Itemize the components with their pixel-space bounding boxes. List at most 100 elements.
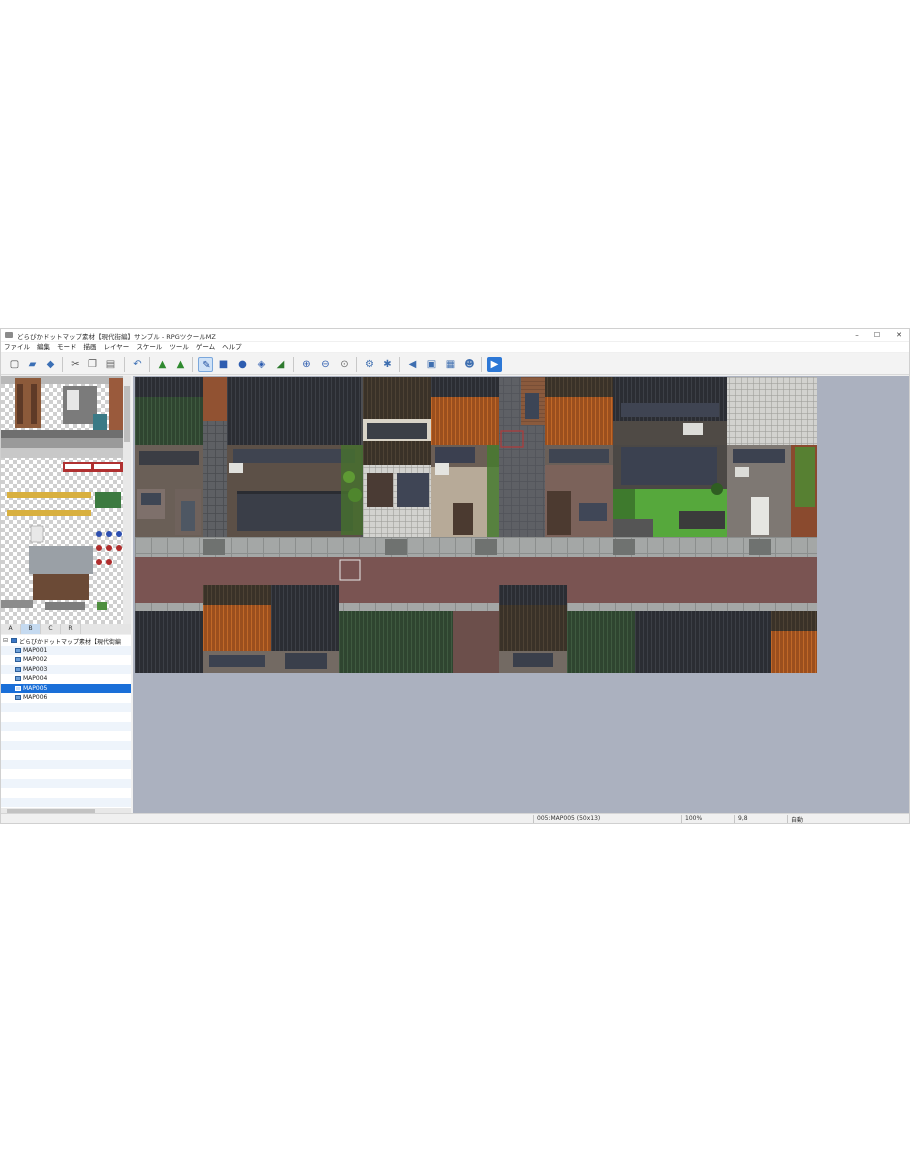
zoom-in-button[interactable]: ⊕ bbox=[299, 357, 314, 372]
tree-item-map004[interactable]: MAP004 bbox=[1, 674, 131, 684]
paste-button[interactable]: ▤ bbox=[103, 357, 118, 372]
minimize-button[interactable]: – bbox=[851, 330, 863, 340]
map-icon bbox=[15, 676, 21, 681]
database-button[interactable]: ⚙ bbox=[362, 357, 377, 372]
zoom-actual-button[interactable]: ⊙ bbox=[337, 357, 352, 372]
status-map-info: 005:MAP005 (50x13) bbox=[537, 815, 601, 822]
map-icon bbox=[15, 666, 21, 672]
tileset-palette[interactable] bbox=[1, 376, 131, 624]
maximize-button[interactable]: ☐ bbox=[871, 330, 883, 340]
menu-bar: ファイル 編集 モード 描画 レイヤー スケール ツール ゲーム ヘルプ bbox=[1, 342, 909, 352]
menu-mode[interactable]: モード bbox=[57, 342, 77, 352]
resource-manager-button[interactable]: ▦ bbox=[443, 357, 458, 372]
database-icon: ⚙ bbox=[365, 359, 374, 370]
sound-test-icon: ◀ bbox=[408, 359, 417, 370]
event-mode-button[interactable]: ▲ bbox=[173, 357, 188, 372]
plugin-manager-button[interactable]: ✱ bbox=[380, 357, 395, 372]
new-project-button[interactable]: ▢ bbox=[7, 357, 22, 372]
menu-tools[interactable]: ツール bbox=[169, 342, 189, 352]
fill-button[interactable]: ◈ bbox=[254, 357, 269, 372]
copy-icon: ❐ bbox=[88, 359, 97, 370]
map-tree: ⊟ どらぴかドットマップ素材【現代街編 MAP001 MAP002 MAP003… bbox=[1, 635, 131, 808]
tab-b[interactable]: B bbox=[21, 624, 41, 634]
tree-empty-row bbox=[1, 702, 131, 712]
ellipse-icon: ● bbox=[238, 359, 247, 370]
tileset-scroll-thumb[interactable] bbox=[124, 386, 130, 442]
tree-empty-row bbox=[1, 797, 131, 807]
zoom-out-button[interactable]: ⊖ bbox=[318, 357, 333, 372]
menu-layer[interactable]: レイヤー bbox=[104, 342, 130, 352]
close-button[interactable]: ✕ bbox=[893, 330, 905, 340]
app-icon bbox=[5, 332, 13, 338]
playtest-button[interactable]: ▶ bbox=[487, 357, 502, 372]
tab-a[interactable]: A bbox=[1, 624, 21, 634]
menu-scale[interactable]: スケール bbox=[136, 342, 162, 352]
undo-button[interactable]: ↶ bbox=[130, 357, 145, 372]
tree-item-label: MAP004 bbox=[23, 675, 48, 682]
menu-edit[interactable]: 編集 bbox=[37, 342, 50, 352]
menu-help[interactable]: ヘルプ bbox=[222, 342, 242, 352]
menu-draw[interactable]: 描画 bbox=[84, 342, 97, 352]
copy-button[interactable]: ❐ bbox=[85, 357, 100, 372]
map-editor[interactable] bbox=[133, 376, 909, 815]
open-project-icon: ▰ bbox=[28, 359, 37, 370]
tree-root[interactable]: ⊟ どらぴかドットマップ素材【現代街編 bbox=[1, 636, 131, 646]
toolbar-separator bbox=[399, 357, 400, 372]
open-project-button[interactable]: ▰ bbox=[25, 357, 40, 372]
tree-expand-icon[interactable]: ⊟ bbox=[3, 637, 8, 644]
rectangle-button[interactable]: ■ bbox=[216, 357, 231, 372]
tree-item-map005[interactable]: MAP005 bbox=[1, 683, 131, 693]
rectangle-icon: ■ bbox=[218, 359, 229, 370]
pencil-icon: ✎ bbox=[202, 360, 211, 371]
map-canvas[interactable] bbox=[135, 377, 817, 673]
event-searcher-button[interactable]: ▣ bbox=[424, 357, 439, 372]
tab-c[interactable]: C bbox=[41, 624, 61, 634]
undo-icon: ↶ bbox=[133, 359, 142, 370]
tree-empty-row bbox=[1, 721, 131, 731]
tree-item-map001[interactable]: MAP001 bbox=[1, 645, 131, 655]
tab-r[interactable]: R bbox=[61, 624, 81, 634]
toolbar-separator bbox=[192, 357, 193, 372]
toolbar-separator bbox=[356, 357, 357, 372]
menu-file[interactable]: ファイル bbox=[4, 342, 30, 352]
map-mode-button[interactable]: ▲ bbox=[155, 357, 170, 372]
toolbar-separator bbox=[293, 357, 294, 372]
status-bar: 005:MAP005 (50x13) 100% 9,8 自動 bbox=[1, 813, 909, 823]
window-title: どらぴかドットマップ素材【現代街編】サンプル - RPGツクールMZ bbox=[17, 333, 216, 341]
tree-item-map003[interactable]: MAP003 bbox=[1, 664, 131, 674]
cut-button[interactable]: ✂ bbox=[68, 357, 83, 372]
character-generator-icon: ☻ bbox=[464, 359, 475, 370]
tileset-scrollbar[interactable] bbox=[123, 376, 131, 624]
status-coordinates: 9,8 bbox=[738, 815, 748, 822]
shadow-pen-button[interactable]: ◢ bbox=[273, 357, 288, 372]
tree-item-map006[interactable]: MAP006 bbox=[1, 693, 131, 703]
toolbar-separator bbox=[124, 357, 125, 372]
status-divider bbox=[787, 815, 788, 823]
ellipse-button[interactable]: ● bbox=[235, 357, 250, 372]
save-project-button[interactable]: ◆ bbox=[43, 357, 58, 372]
map-icon bbox=[15, 647, 21, 653]
event-searcher-icon: ▣ bbox=[426, 359, 437, 370]
save-project-icon: ◆ bbox=[46, 359, 55, 370]
tree-item-map002[interactable]: MAP002 bbox=[1, 655, 131, 665]
map-icon bbox=[15, 685, 21, 691]
new-project-icon: ▢ bbox=[9, 359, 20, 370]
tree-item-label: MAP001 bbox=[23, 646, 48, 654]
toolbar-separator bbox=[481, 357, 482, 372]
paste-icon: ▤ bbox=[105, 359, 116, 370]
shadow-pen-icon: ◢ bbox=[276, 359, 285, 370]
pencil-button[interactable]: ✎ bbox=[198, 357, 213, 372]
status-divider bbox=[681, 815, 682, 823]
map-mode-icon: ▲ bbox=[158, 359, 167, 370]
title-bar: どらぴかドットマップ素材【現代街編】サンプル - RPGツクールMZ – ☐ ✕ bbox=[1, 329, 909, 341]
sound-test-button[interactable]: ◀ bbox=[405, 357, 420, 372]
character-generator-button[interactable]: ☻ bbox=[462, 357, 477, 372]
tileset-image[interactable] bbox=[1, 376, 123, 624]
menu-game[interactable]: ゲーム bbox=[196, 342, 215, 352]
playtest-icon: ▶ bbox=[490, 359, 499, 370]
app-window: どらぴかドットマップ素材【現代街編】サンプル - RPGツクールMZ – ☐ ✕… bbox=[0, 328, 910, 824]
cut-icon: ✂ bbox=[71, 359, 80, 370]
status-zoom: 100% bbox=[685, 815, 703, 822]
project-icon bbox=[11, 638, 17, 643]
tree-item-label: MAP002 bbox=[23, 656, 48, 663]
